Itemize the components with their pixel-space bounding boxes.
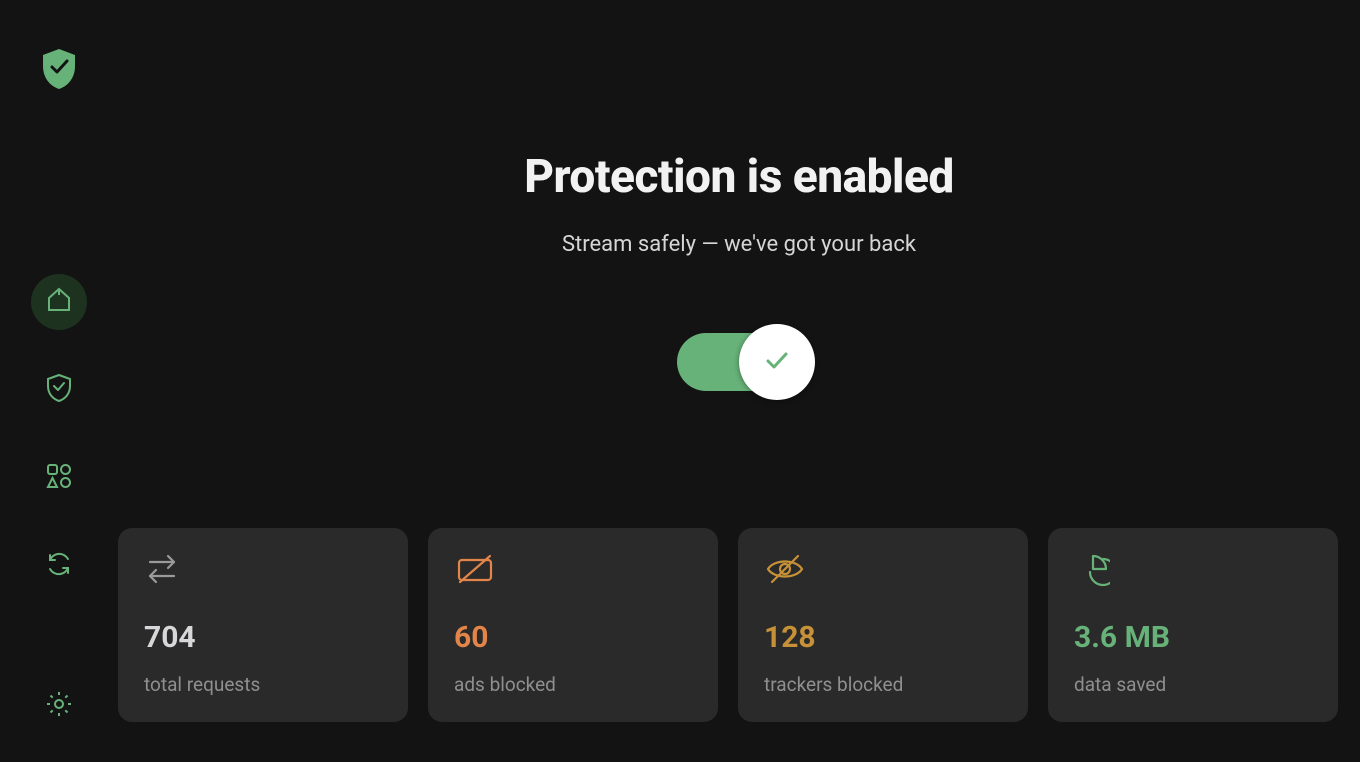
app-root: Protection is enabled Stream safely — we… — [0, 0, 1360, 762]
gear-icon — [44, 689, 74, 723]
stat-card-data-saved[interactable]: 3.6 MB data saved — [1048, 528, 1338, 722]
stat-card-trackers-blocked[interactable]: 128 trackers blocked — [738, 528, 1028, 722]
shield-check-icon — [41, 75, 77, 94]
stat-value: 128 — [764, 620, 1002, 655]
protection-toggle[interactable] — [677, 333, 801, 391]
stat-label: trackers blocked — [764, 673, 1002, 696]
brand-logo — [41, 48, 77, 94]
nav-home[interactable] — [31, 274, 87, 330]
checkmark-icon — [760, 343, 794, 381]
stat-card-ads-blocked[interactable]: 60 ads blocked — [428, 528, 718, 722]
ad-blocked-icon — [454, 571, 496, 590]
stat-value: 704 — [144, 620, 382, 655]
home-icon — [45, 286, 73, 318]
sidebar — [0, 0, 118, 762]
arrows-exchange-icon — [144, 571, 182, 590]
nav — [31, 274, 87, 594]
page-subtitle: Stream safely — we've got your back — [524, 232, 954, 257]
stat-label: total requests — [144, 673, 382, 696]
apps-icon — [45, 462, 73, 494]
nav-apps[interactable] — [31, 450, 87, 506]
sync-icon — [45, 550, 73, 582]
nav-settings[interactable] — [31, 678, 87, 734]
toggle-knob — [739, 324, 815, 400]
tracker-blocked-icon — [764, 571, 806, 590]
main-content: Protection is enabled Stream safely — we… — [118, 0, 1360, 762]
nav-sync[interactable] — [31, 538, 87, 594]
stat-value: 3.6 MB — [1074, 620, 1312, 655]
pie-chart-icon — [1074, 573, 1110, 592]
page-title: Protection is enabled — [524, 150, 954, 204]
stats-row: 704 total requests 60 ads blocked — [118, 528, 1338, 722]
stat-label: ads blocked — [454, 673, 692, 696]
stat-card-total-requests[interactable]: 704 total requests — [118, 528, 408, 722]
shield-outline-icon — [45, 373, 73, 407]
hero: Protection is enabled Stream safely — we… — [524, 150, 954, 257]
nav-protection[interactable] — [31, 362, 87, 418]
stat-value: 60 — [454, 620, 692, 655]
toggle-container — [677, 333, 801, 391]
stat-label: data saved — [1074, 673, 1312, 696]
